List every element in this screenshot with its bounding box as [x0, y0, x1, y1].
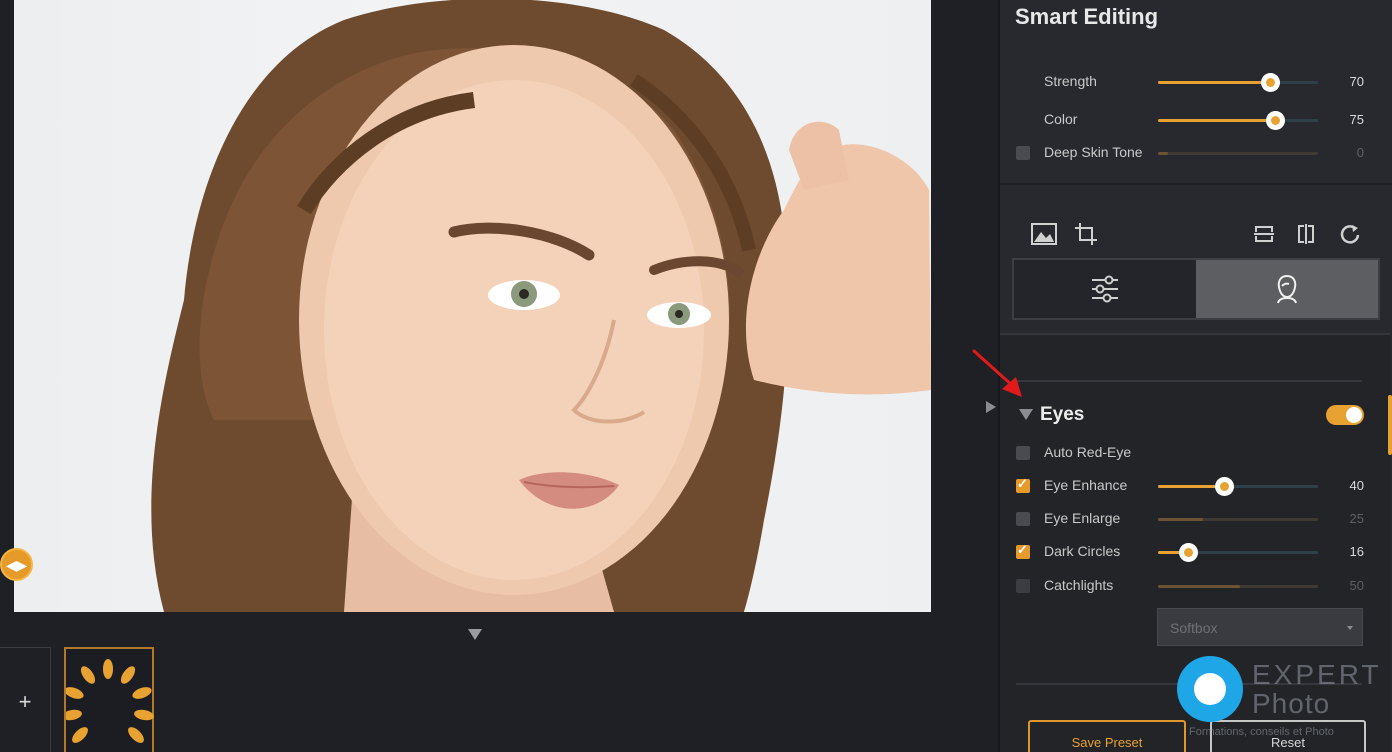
subpanel-divider	[1016, 380, 1362, 382]
compare-slider-handle[interactable]: ◀▶	[0, 548, 33, 581]
flip-vertical-icon[interactable]	[1250, 220, 1278, 248]
collapse-filmstrip-icon[interactable]	[468, 629, 482, 640]
tab-portrait[interactable]	[1196, 260, 1378, 318]
section-divider	[1000, 183, 1392, 185]
eye-enhance-label: Eye Enhance	[1044, 477, 1128, 493]
strength-label: Strength	[1044, 73, 1097, 89]
rotate-icon[interactable]	[1336, 220, 1364, 248]
right-panel: Smart Editing Strength 70 Color 75 Deep …	[998, 0, 1392, 752]
eye-enhance-row: Eye Enhance 40	[1000, 474, 1392, 498]
image-icon[interactable]	[1030, 220, 1058, 248]
strength-row: Strength 70	[1000, 70, 1392, 94]
collapse-triangle-icon[interactable]	[1019, 409, 1033, 420]
auto-red-eye-checkbox[interactable]	[1016, 446, 1030, 460]
eye-enlarge-label: Eye Enlarge	[1044, 510, 1121, 526]
panel-title: Smart Editing	[1015, 4, 1159, 29]
dark-circles-slider[interactable]	[1158, 543, 1318, 562]
auto-red-eye-label: Auto Red-Eye	[1044, 444, 1132, 460]
dark-circles-label: Dark Circles	[1044, 543, 1121, 559]
app-window: ◀▶ + Smart Editing Strength 70 Color 75 …	[0, 0, 1392, 752]
watermark-line2: Photo	[1252, 688, 1331, 719]
eye-enlarge-checkbox[interactable]	[1016, 512, 1030, 526]
color-label: Color	[1044, 111, 1078, 127]
color-value: 75	[1349, 112, 1364, 127]
strength-slider[interactable]	[1158, 73, 1318, 92]
catchlights-value: 50	[1349, 578, 1364, 593]
camera-shutter-logo-icon	[1177, 656, 1243, 722]
save-preset-button[interactable]: Save Preset	[1028, 720, 1186, 752]
crop-icon[interactable]	[1072, 220, 1100, 248]
mode-tabs	[1012, 258, 1380, 320]
color-slider-knob[interactable]	[1265, 111, 1285, 130]
dark-circles-value: 16	[1349, 544, 1364, 559]
deep-skin-checkbox[interactable]	[1016, 146, 1030, 160]
annotation-arrow-icon	[972, 349, 1022, 397]
catchlights-label: Catchlights	[1044, 577, 1114, 593]
eyes-title: Eyes	[1040, 404, 1085, 425]
dark-circles-slider-knob[interactable]	[1179, 543, 1199, 562]
face-portrait-icon	[1277, 274, 1297, 304]
eye-enlarge-slider[interactable]	[1158, 518, 1318, 521]
watermark: EXPERT Photo Formations, conseils et Pho…	[1177, 656, 1392, 746]
eye-enhance-slider-knob[interactable]	[1214, 477, 1234, 496]
chevron-down-icon	[1347, 626, 1353, 630]
dark-circles-row: Dark Circles 16	[1000, 540, 1392, 564]
eye-enhance-value: 40	[1349, 478, 1364, 493]
auto-red-eye-row: Auto Red-Eye	[1000, 441, 1392, 465]
tab-adjustments[interactable]	[1014, 260, 1196, 318]
catchlights-checkbox[interactable]	[1016, 579, 1030, 593]
strength-slider-knob[interactable]	[1261, 73, 1280, 92]
watermark-line3: Formations, conseils et Photo	[1189, 726, 1334, 738]
catchlights-row: Catchlights 50	[1000, 574, 1392, 598]
sliders-icon	[1092, 275, 1118, 303]
catchlights-slider[interactable]	[1158, 585, 1318, 588]
deep-skin-label: Deep Skin Tone	[1044, 144, 1143, 160]
eye-enhance-slider[interactable]	[1158, 477, 1318, 496]
dark-circles-checkbox[interactable]	[1016, 542, 1030, 559]
catchlight-type-select[interactable]: Softbox	[1157, 608, 1363, 646]
add-image-button[interactable]: +	[0, 647, 51, 752]
deep-skin-value: 0	[1356, 145, 1364, 160]
color-slider[interactable]	[1158, 111, 1318, 130]
color-row: Color 75	[1000, 108, 1392, 132]
eyes-section-header[interactable]: Eyes	[1000, 400, 1392, 430]
portrait-photo	[14, 0, 931, 612]
filmstrip-thumbnail[interactable]	[62, 647, 154, 752]
eye-enhance-checkbox[interactable]	[1016, 476, 1030, 493]
eye-enlarge-value: 25	[1349, 511, 1364, 526]
flip-horizontal-icon[interactable]	[1292, 220, 1320, 248]
deep-skin-row: Deep Skin Tone 0	[1000, 141, 1392, 165]
deep-skin-slider[interactable]	[1158, 152, 1318, 155]
watermark-line1: EXPERT	[1252, 659, 1382, 690]
catchlight-type-value: Softbox	[1170, 620, 1218, 636]
loading-spinner-icon	[62, 659, 154, 743]
image-canvas: ◀▶ +	[0, 0, 998, 752]
eyes-toggle[interactable]	[1326, 405, 1364, 425]
eye-enlarge-row: Eye Enlarge 25	[1000, 507, 1392, 531]
strength-value: 70	[1349, 74, 1364, 89]
